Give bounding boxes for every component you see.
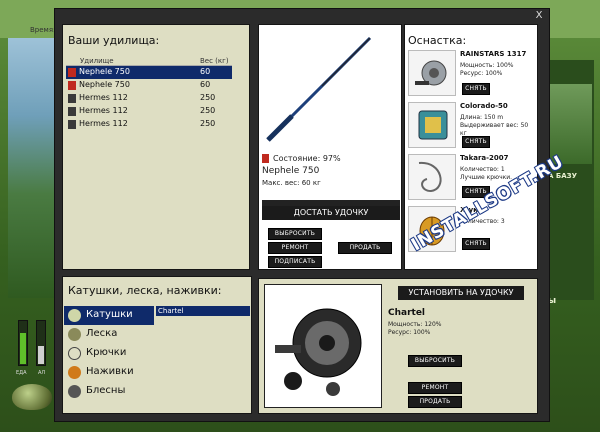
sign-rod-button[interactable]: ПОДПИСАТЬ xyxy=(268,256,322,268)
bait-icon xyxy=(68,366,81,379)
rod-icon xyxy=(68,120,76,129)
get-rod-button[interactable]: ДОСТАТЬ УДОЧКУ xyxy=(262,200,400,220)
tackle-item: Colorado-50 Длина: 150 m Выдерживает вес:… xyxy=(408,102,536,148)
sell-reel-button[interactable]: ПРОДАТЬ xyxy=(408,396,462,408)
tackle-name: RAINSTARS 1317 xyxy=(460,50,527,58)
tackle-desc: Мощность: 100% Ресурс: 100% xyxy=(460,62,514,77)
tackle-name: Colorado-50 xyxy=(460,102,508,110)
install-on-rod-button[interactable]: УСТАНОВИТЬ НА УДОЧКУ xyxy=(398,286,524,300)
tackle-desc: Длина: 150 m Выдерживает вес: 50 кг xyxy=(460,114,529,137)
rod-icon xyxy=(68,68,76,77)
throw-rod-button[interactable]: ВЫБРОСИТЬ xyxy=(268,228,322,240)
health-icon xyxy=(262,154,269,163)
rod-name: Nephele 750 xyxy=(262,166,320,176)
list-item[interactable]: Chartel xyxy=(156,306,250,316)
reel-thumbnail xyxy=(408,50,456,96)
reel-icon xyxy=(68,309,81,322)
repair-rod-button[interactable]: РЕМОНТ xyxy=(268,242,322,254)
categories-list: Катушки Леска Крючки Наживки Блесны xyxy=(64,306,250,401)
rod-status: Состояние: 97% xyxy=(262,154,341,163)
remove-button[interactable]: СНЯТЬ xyxy=(462,136,490,148)
line-spool-thumbnail xyxy=(408,102,456,148)
remove-button[interactable]: СНЯТЬ xyxy=(462,83,490,95)
time-label: Время: xyxy=(30,26,56,34)
tackle-name: Takara-2007 xyxy=(460,154,509,162)
tackle-desc: Количество: 1 Лучшие крючки. xyxy=(460,166,513,181)
category-reels[interactable]: Катушки xyxy=(64,306,154,325)
table-row[interactable]: Hermes 112 250 xyxy=(66,118,232,131)
category-lures[interactable]: Блесны xyxy=(64,382,250,401)
table-row[interactable]: Hermes 112 250 xyxy=(66,105,232,118)
category-hooks[interactable]: Крючки xyxy=(64,344,250,363)
lure-icon xyxy=(68,385,81,398)
table-row[interactable]: Nephele 750 60 xyxy=(66,66,232,79)
reel-name: Chartel xyxy=(388,308,426,318)
tackle-title: Оснастка: xyxy=(408,34,467,47)
lake-view xyxy=(8,38,54,298)
meter-label-alcohol: АЛ xyxy=(38,370,46,376)
col-rod: Удилище xyxy=(80,57,114,65)
fishing-rod-image xyxy=(266,36,372,142)
category-line[interactable]: Леска xyxy=(64,325,250,344)
hook-icon xyxy=(68,347,81,360)
rod-icon xyxy=(68,107,76,116)
right-sidebar: А БАЗУ ы xyxy=(548,60,594,306)
rods-table: Удилище Вес (кг) Nephele 750 60 Nephele 7… xyxy=(66,56,232,131)
tackle-item: RAINSTARS 1317 Мощность: 100% Ресурс: 100… xyxy=(408,50,536,96)
close-button[interactable]: X xyxy=(533,10,545,22)
table-row[interactable]: Hermes 112 250 xyxy=(66,92,232,105)
sell-rod-button[interactable]: ПРОДАТЬ xyxy=(338,242,392,254)
col-weight: Вес (кг) xyxy=(200,57,229,65)
reel-image xyxy=(264,284,382,408)
category-baits[interactable]: Наживки xyxy=(64,363,250,382)
rod-icon xyxy=(68,81,76,90)
rod-max-weight: Макс. вес: 60 кг xyxy=(262,179,321,187)
table-row[interactable]: Nephele 750 60 xyxy=(66,79,232,92)
meter-label-food: ЕДА xyxy=(16,370,27,376)
rod-icon xyxy=(68,94,76,103)
reel-desc: Мощность: 120% Ресурс: 100% xyxy=(388,321,442,336)
cauldron-icon[interactable] xyxy=(12,384,52,410)
alcohol-meter xyxy=(36,320,46,366)
rods-title: Ваши удилища: xyxy=(68,34,160,47)
line-icon xyxy=(68,328,81,341)
remove-button[interactable]: СНЯТЬ xyxy=(462,238,490,250)
categories-title: Катушки, леска, наживки: xyxy=(68,284,222,297)
hook-thumbnail xyxy=(408,154,456,200)
throw-reel-button[interactable]: ВЫБРОСИТЬ xyxy=(408,355,462,367)
rods-table-header: Удилище Вес (кг) xyxy=(66,56,232,66)
repair-reel-button[interactable]: РЕМОНТ xyxy=(408,382,462,394)
food-meter xyxy=(18,320,28,366)
